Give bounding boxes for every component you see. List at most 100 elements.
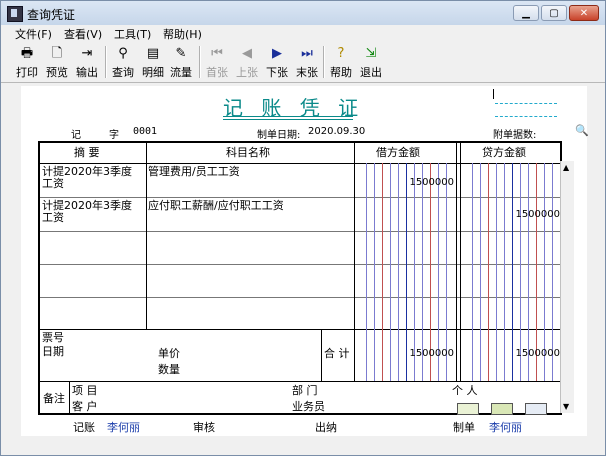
row-summary[interactable]: 计提2020年3季度工资	[42, 200, 142, 224]
customer-label: 客 户	[72, 400, 98, 413]
preview-icon: 🗋	[51, 46, 63, 61]
exit-icon: ⇲	[365, 46, 377, 61]
debit-header: 借方金额	[376, 146, 420, 159]
toolbar-separator	[199, 46, 201, 78]
title-underline	[223, 119, 353, 120]
grid-line	[40, 329, 560, 330]
query-button[interactable]: ⚲ 查询	[109, 45, 137, 80]
dashed-guide	[495, 103, 557, 104]
title-bar: 查询凭证 ▁ ▢ ✕	[1, 1, 605, 25]
close-button[interactable]: ✕	[569, 5, 599, 21]
title-underline	[223, 116, 353, 117]
voucher-query-window: 查询凭证 ▁ ▢ ✕ 文件(F) 查看(V) 工具(T) 帮助(H) 🖶 打印 …	[0, 0, 606, 456]
row-summary[interactable]: 计提2020年3季度工资	[42, 166, 142, 190]
voucher-grid: 摘 要 科目名称 借方金额 贷方金额 计提2020年3季度工资 管理费用/员工工…	[38, 141, 562, 415]
scroll-down-icon[interactable]: ▼	[563, 402, 569, 411]
total-label: 合 计	[324, 347, 350, 360]
row-debit[interactable]: 1500000	[362, 177, 454, 188]
grid-line	[456, 143, 457, 381]
quantity-label: 数量	[158, 363, 180, 376]
search-icon[interactable]: 🔍	[575, 124, 589, 137]
attachments-label: 附单据数:	[493, 130, 537, 141]
summary-header: 摘 要	[74, 146, 100, 159]
card-icon[interactable]	[525, 403, 547, 415]
export-icon: ⇥	[81, 46, 93, 61]
app-icon	[7, 6, 23, 22]
preview-button[interactable]: 🗋 预览	[43, 45, 71, 80]
first-page-button[interactable]: ⏮ 首张	[203, 45, 231, 80]
voucher-zi-label: 字	[109, 130, 119, 141]
menu-tools[interactable]: 工具(T)	[114, 26, 151, 42]
remark-label: 备注	[43, 392, 65, 405]
bookkeeper-name: 李何丽	[107, 421, 140, 434]
prev-page-button[interactable]: ◀ 上张	[233, 45, 261, 80]
dashed-guide	[495, 116, 557, 117]
card-icon[interactable]	[491, 403, 513, 415]
prev-icon: ◀	[242, 46, 252, 61]
row-credit[interactable]: 1500000	[464, 209, 560, 220]
ticket-label: 票号	[42, 331, 64, 344]
flow-icon: ✎	[175, 46, 187, 61]
vertical-scrollbar[interactable]: ▲ ▼	[560, 161, 574, 413]
subject-header: 科目名称	[226, 146, 270, 159]
grid-line	[69, 381, 70, 415]
detail-button[interactable]: ▤ 明细	[139, 45, 167, 80]
text-cursor	[493, 89, 494, 99]
grid-line	[40, 231, 560, 232]
flow-button[interactable]: ✎ 流量	[167, 45, 195, 80]
ledger-icon: ▤	[146, 46, 160, 61]
menu-bar: 文件(F) 查看(V) 工具(T) 帮助(H)	[1, 25, 605, 42]
unit-price-label: 单价	[158, 347, 180, 360]
exit-button[interactable]: ⇲ 退出	[357, 45, 385, 80]
printer-icon: 🖶	[20, 46, 34, 61]
review-label: 审核	[193, 421, 215, 434]
menu-help[interactable]: 帮助(H)	[163, 26, 202, 42]
grid-line	[146, 143, 147, 329]
last-page-button[interactable]: ⏭ 末张	[293, 45, 321, 80]
cashier-label: 出纳	[315, 421, 337, 434]
help-icon: ?	[337, 46, 345, 61]
toolbar-separator	[105, 46, 107, 78]
grid-line	[40, 297, 560, 298]
grid-line	[40, 381, 560, 382]
export-button[interactable]: ⇥ 输出	[73, 45, 101, 80]
maker-name: 李何丽	[489, 421, 522, 434]
ticket-date-label: 日期	[42, 345, 64, 358]
department-label: 部 门	[292, 384, 318, 397]
total-debit: 1500000	[409, 348, 454, 359]
date-label: 制单日期:	[257, 130, 301, 141]
menu-file[interactable]: 文件(F)	[15, 26, 52, 42]
grid-line	[40, 163, 560, 164]
voucher-type: 记	[71, 130, 81, 141]
toolbar: 🖶 打印 🗋 预览 ⇥ 输出 ⚲ 查询 ▤ 明细 ✎ 流量 ⏮ 首张 ◀ 上张 …	[1, 42, 605, 83]
scroll-up-icon[interactable]: ▲	[563, 163, 569, 172]
maker-label: 制单	[453, 421, 475, 434]
bookkeeper-label: 记账	[73, 421, 95, 434]
project-label: 项 目	[72, 384, 98, 397]
credit-header: 贷方金额	[482, 146, 526, 159]
grid-line	[40, 264, 560, 265]
grid-line	[40, 197, 560, 198]
grid-line	[321, 329, 322, 381]
grid-line	[460, 143, 461, 381]
voucher-number[interactable]: 0001	[133, 126, 157, 137]
last-icon: ⏭	[301, 46, 313, 61]
first-icon: ⏮	[211, 46, 223, 61]
menu-view[interactable]: 查看(V)	[64, 26, 102, 42]
voucher-date[interactable]: 2020.09.30	[308, 126, 365, 137]
total-credit: 1500000	[515, 348, 560, 359]
next-page-button[interactable]: ▶ 下张	[263, 45, 291, 80]
next-icon: ▶	[272, 46, 282, 61]
staff-label: 业务员	[292, 400, 325, 413]
minimize-button[interactable]: ▁	[513, 5, 539, 21]
row-subject[interactable]: 管理费用/员工工资	[148, 166, 240, 178]
window-title: 查询凭证	[27, 8, 76, 22]
person-label: 个 人	[452, 384, 478, 397]
row-subject[interactable]: 应付职工薪酬/应付职工工资	[148, 200, 284, 212]
binoculars-icon: ⚲	[118, 46, 128, 61]
print-button[interactable]: 🖶 打印	[13, 45, 41, 80]
help-button[interactable]: ? 帮助	[327, 45, 355, 80]
toolbar-separator	[323, 46, 325, 78]
card-icon[interactable]	[457, 403, 479, 415]
maximize-button[interactable]: ▢	[541, 5, 567, 21]
